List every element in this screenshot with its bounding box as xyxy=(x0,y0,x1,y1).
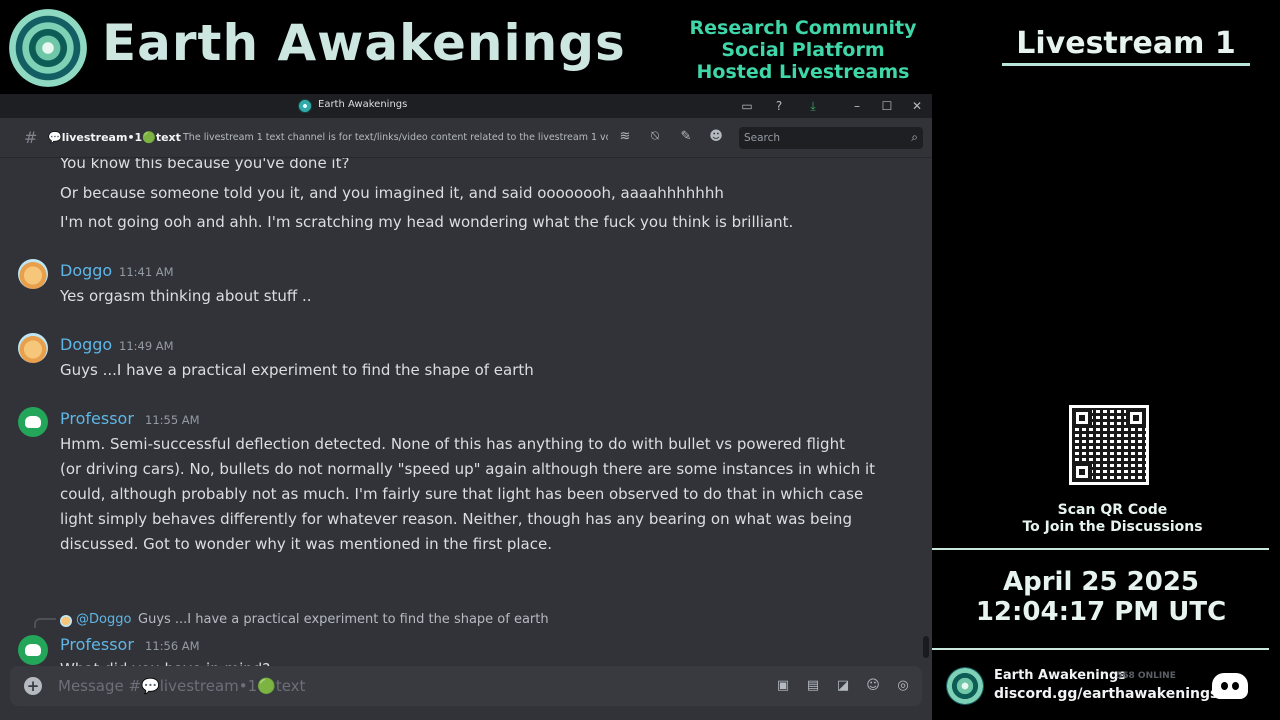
search-box[interactable]: ⌕ xyxy=(739,127,923,149)
tagline-social: Social Platform xyxy=(721,39,885,61)
reply-avatar xyxy=(60,615,72,627)
server-name: Earth Awakenings xyxy=(994,668,1127,683)
channel-header: # 💬livestream•1🟢text The livestream 1 te… xyxy=(0,118,932,158)
server-icon xyxy=(946,667,984,705)
qr-finder xyxy=(1126,408,1146,428)
discord-logo-icon xyxy=(1212,673,1248,699)
scrollbar-thumb[interactable] xyxy=(923,636,929,658)
discord-window: Earth Awakenings ▭ ? ⤓ – ☐ ✕ # 💬livestre… xyxy=(0,94,932,720)
channel-name: 💬livestream•1🟢text xyxy=(48,131,181,144)
qr-caption-line1: Scan QR Code xyxy=(1057,502,1168,518)
message-line: light simply behaves differently for wha… xyxy=(60,510,852,528)
username[interactable]: Professor xyxy=(60,635,134,654)
earth-awakenings-logo xyxy=(9,9,87,87)
avatar[interactable] xyxy=(18,259,48,289)
divider xyxy=(932,548,1269,550)
app-name: Earth Awakenings xyxy=(318,99,408,110)
hash-icon: # xyxy=(24,128,38,147)
download-icon[interactable]: ⤓ xyxy=(804,97,822,115)
qr-code xyxy=(1069,405,1149,485)
avatar[interactable] xyxy=(18,407,48,437)
timestamp: 11:55 AM xyxy=(145,413,200,427)
username[interactable]: Professor xyxy=(60,409,134,428)
message-line: Or because someone told you it, and you … xyxy=(60,184,724,202)
message-composer: + ▣ ▤ ◪ ☺ ◎ xyxy=(10,666,922,706)
notification-bell-icon[interactable]: ⍉ xyxy=(646,129,664,147)
message-line: Guys ...I have a practical experiment to… xyxy=(60,361,534,379)
stream-date: April 25 2025 xyxy=(1002,567,1200,597)
apps-icon[interactable]: ◎ xyxy=(894,677,912,695)
message-line: Yes orgasm thinking about stuff .. xyxy=(60,287,312,305)
timestamp: 11:49 AM xyxy=(119,339,174,353)
member-list-icon[interactable]: ☻ xyxy=(707,129,725,147)
pin-icon[interactable]: ✎ xyxy=(677,129,695,147)
avatar[interactable] xyxy=(18,333,48,363)
message-line: You know this because you've done it? xyxy=(60,158,350,172)
invite-link: discord.gg/earthawakenings xyxy=(994,686,1219,702)
message-list: You know this because you've done it? Or… xyxy=(0,158,932,698)
qr-finder xyxy=(1072,462,1092,482)
username[interactable]: Doggo xyxy=(60,335,112,354)
avatar[interactable] xyxy=(18,635,48,665)
username[interactable]: Doggo xyxy=(60,261,112,280)
online-count: 568 ONLINE xyxy=(1116,671,1176,681)
qr-caption-line2: To Join the Discussions xyxy=(1022,519,1203,535)
threads-icon[interactable]: ≋ xyxy=(616,129,634,147)
message-line: I'm not going ooh and ahh. I'm scratchin… xyxy=(60,213,794,231)
gif-icon[interactable]: ▤ xyxy=(804,677,822,695)
reply-mention[interactable]: @Doggo xyxy=(76,612,131,627)
message-line: could, although probably not as much. I'… xyxy=(60,485,864,503)
stream-clock: 12:04:17 PM UTC xyxy=(975,597,1227,627)
message-input[interactable] xyxy=(58,666,758,706)
reply-preview-text[interactable]: Guys ...I have a practical experiment to… xyxy=(138,612,549,627)
message-line: discussed. Got to wonder why it was ment… xyxy=(60,535,552,553)
divider xyxy=(932,648,1269,650)
banner-title: Earth Awakenings xyxy=(102,14,626,72)
reply-connector xyxy=(34,618,56,628)
maximize-button[interactable]: ☐ xyxy=(878,97,896,115)
window-titlebar: Earth Awakenings ▭ ? ⤓ – ☐ ✕ xyxy=(0,94,932,118)
message-line: (or driving cars). No, bullets do not no… xyxy=(60,460,876,478)
gift-icon[interactable]: ▣ xyxy=(774,677,792,695)
app-icon xyxy=(298,99,312,113)
search-icon: ⌕ xyxy=(911,130,918,144)
qr-pattern xyxy=(1072,408,1146,482)
channel-topic[interactable]: The livestream 1 text channel is for tex… xyxy=(183,132,608,143)
tagline-research: Research Community xyxy=(689,17,917,39)
sticker-icon[interactable]: ◪ xyxy=(834,677,852,695)
add-attachment-icon[interactable]: + xyxy=(24,677,42,695)
timestamp: 11:56 AM xyxy=(145,639,200,653)
livestream-title: Livestream 1 xyxy=(1002,26,1250,66)
help-icon[interactable]: ? xyxy=(770,97,788,115)
timestamp: 11:41 AM xyxy=(119,265,174,279)
emoji-icon[interactable]: ☺ xyxy=(864,677,882,695)
minimize-button[interactable]: – xyxy=(848,97,866,115)
qr-finder xyxy=(1072,408,1092,428)
search-input[interactable] xyxy=(739,127,899,149)
close-button[interactable]: ✕ xyxy=(908,97,926,115)
livestream-overlay: Earth Awakenings Research Community Soci… xyxy=(0,0,1280,720)
tagline-livestreams: Hosted Livestreams xyxy=(696,61,910,83)
screen-share-icon[interactable]: ▭ xyxy=(738,97,756,115)
message-line: Hmm. Semi-successful deflection detected… xyxy=(60,435,845,453)
